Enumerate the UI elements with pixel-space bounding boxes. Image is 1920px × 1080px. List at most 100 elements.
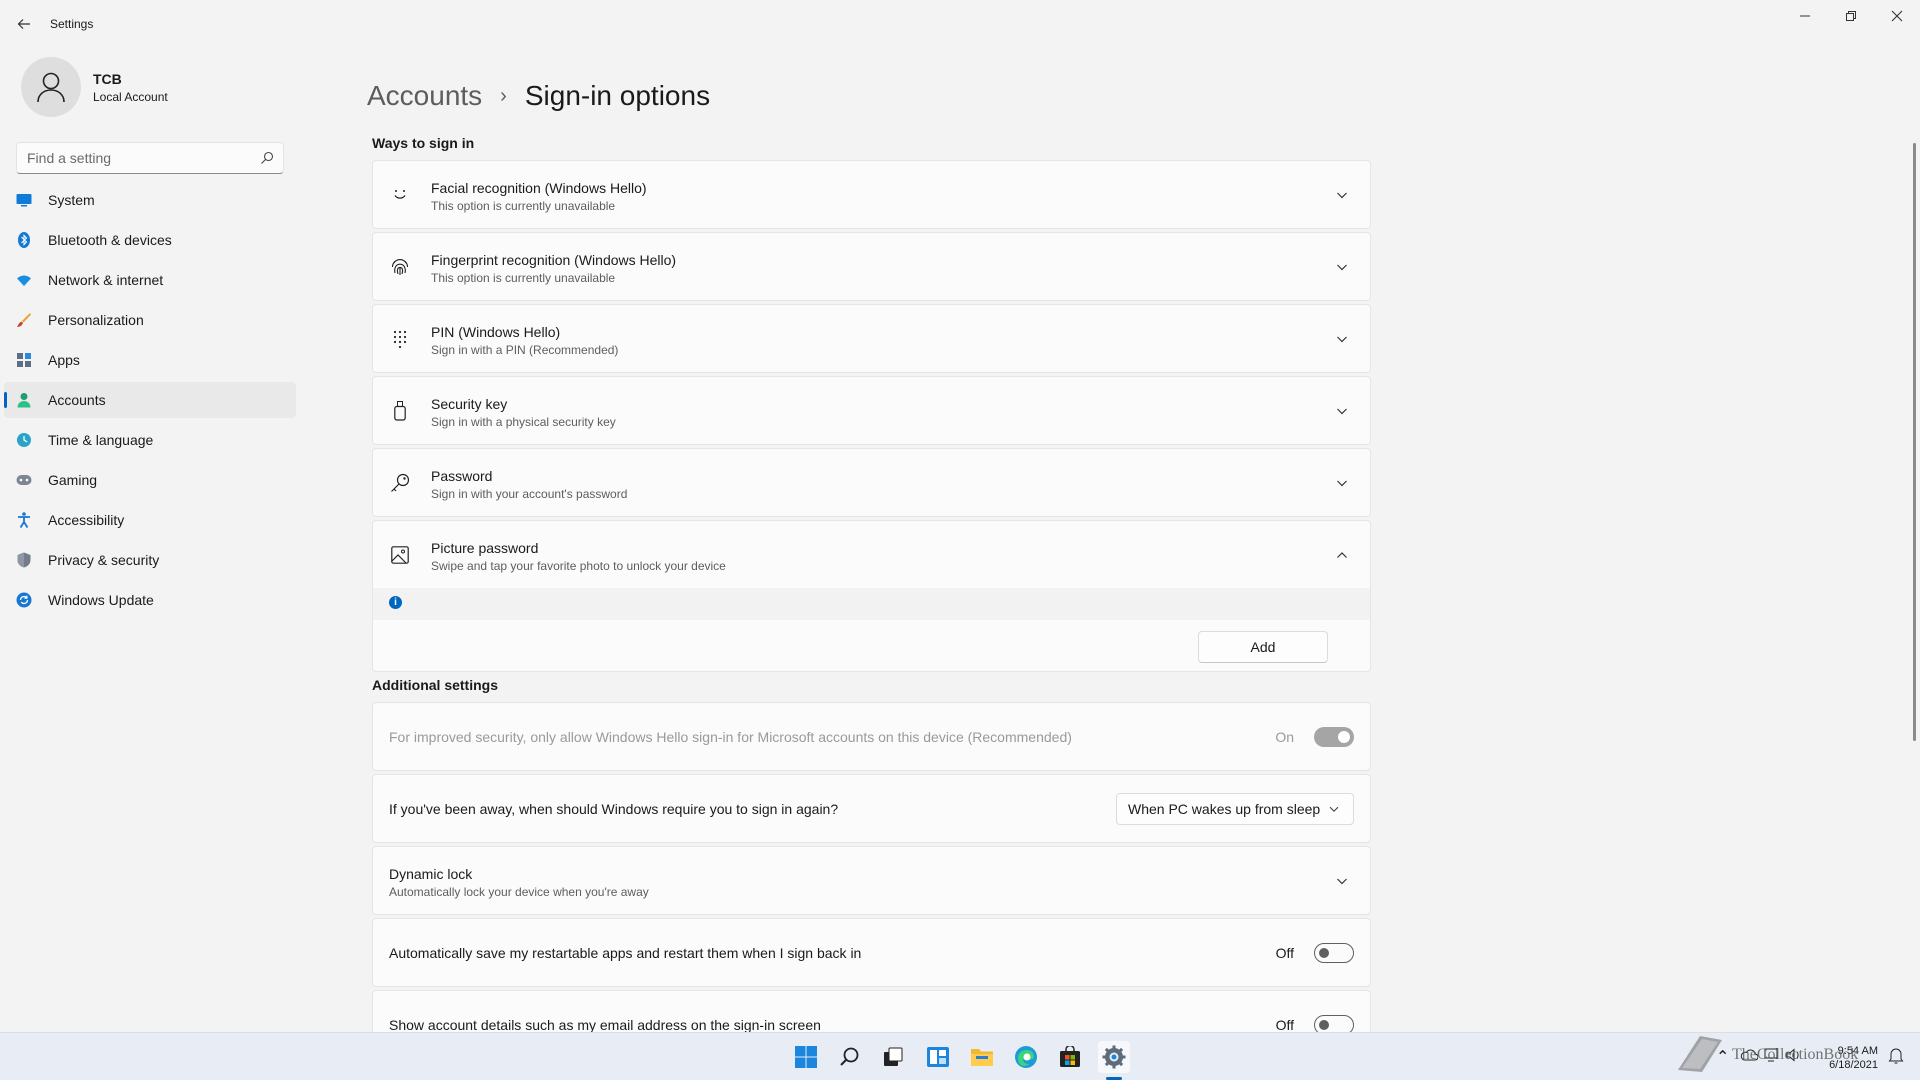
chevron-down-icon [1337, 192, 1347, 198]
gamepad-icon [16, 472, 32, 488]
vertical-scrollbar[interactable] [1913, 143, 1916, 741]
task-view-button[interactable] [877, 1041, 909, 1073]
profile-account-type: Local Account [93, 90, 168, 104]
row-title: Picture password [431, 540, 539, 556]
setting-label: If you've been away, when should Windows… [389, 800, 839, 817]
close-icon [1891, 10, 1903, 22]
back-button[interactable] [12, 12, 36, 36]
sidebar-nav: System Bluetooth & devices Network & int… [4, 182, 296, 622]
row-subtitle: This option is currently unavailable [431, 271, 616, 285]
start-button[interactable] [790, 1041, 822, 1073]
setting-label: Show account details such as my email ad… [389, 1016, 821, 1033]
row-title: Password [431, 468, 493, 484]
sidebar-item-label: Personalization [48, 312, 144, 328]
row-title: Fingerprint recognition (Windows Hello) [431, 252, 677, 268]
search-icon [261, 151, 274, 164]
breadcrumb-separator-icon: › [500, 84, 507, 107]
fingerprint-icon [389, 256, 411, 278]
setting-hello-only-sign-in: For improved security, only allow Window… [372, 702, 1371, 771]
key-icon [389, 472, 411, 494]
sidebar-item-time-language[interactable]: Time & language [4, 422, 296, 458]
row-subtitle: Sign in with your account's password [431, 487, 628, 501]
chevron-down-icon [1337, 408, 1347, 414]
taskbar-search-button[interactable] [834, 1041, 866, 1073]
signin-option-pin[interactable]: PIN (Windows Hello) Sign in with a PIN (… [372, 304, 1371, 373]
sidebar-item-privacy-security[interactable]: Privacy & security [4, 542, 296, 578]
restore-button[interactable] [1828, 0, 1874, 32]
file-explorer-button[interactable] [966, 1041, 998, 1073]
toggle-state-label: Off [1275, 1016, 1294, 1033]
taskbar: ⌃ 9:54 AM 6/18/2021 [0, 1032, 1920, 1080]
sidebar-item-label: Accounts [48, 392, 106, 408]
widgets-button[interactable] [922, 1041, 954, 1073]
require-sign-in-dropdown[interactable]: When PC wakes up from sleep [1116, 792, 1354, 825]
microsoft-store-button[interactable] [1054, 1041, 1086, 1073]
chevron-up-icon [1337, 551, 1347, 558]
person-icon [16, 392, 32, 408]
signin-option-password[interactable]: Password Sign in with your account's pas… [372, 448, 1371, 517]
signin-option-fingerprint[interactable]: Fingerprint recognition (Windows Hello) … [372, 232, 1371, 301]
breadcrumb-parent-link[interactable]: Accounts [367, 80, 482, 112]
avatar [21, 57, 81, 117]
keypad-icon [389, 328, 411, 350]
sidebar-item-personalization[interactable]: Personalization [4, 302, 296, 338]
setting-label: Automatically save my restartable apps a… [389, 944, 862, 961]
folder-icon [971, 1049, 993, 1066]
minimize-button[interactable] [1782, 0, 1828, 32]
sidebar-item-label: Bluetooth & devices [48, 232, 172, 248]
search-input[interactable] [17, 143, 247, 173]
sidebar-item-system[interactable]: System [4, 182, 296, 218]
row-subtitle: This option is currently unavailable [431, 199, 616, 213]
page-title: Sign-in options [524, 80, 711, 111]
sidebar-item-accessibility[interactable]: Accessibility [4, 502, 296, 538]
sidebar-item-label: Windows Update [48, 592, 154, 608]
dropdown-selected-value: When PC wakes up from sleep [1128, 800, 1321, 817]
sidebar-item-accounts[interactable]: Accounts [4, 382, 296, 418]
bluetooth-icon [16, 232, 32, 248]
toggle-knob [1338, 730, 1350, 743]
restart-apps-toggle[interactable] [1314, 942, 1354, 963]
widgets-icon [927, 1047, 949, 1067]
back-arrow-icon [17, 19, 30, 29]
toggle-knob [1319, 1019, 1329, 1030]
row-title: Dynamic lock [389, 866, 473, 882]
update-icon [16, 592, 32, 608]
minimize-icon [1800, 15, 1810, 17]
user-profile[interactable]: TCB Local Account [21, 57, 281, 119]
sidebar-item-apps[interactable]: Apps [4, 342, 296, 378]
search-box[interactable] [16, 142, 284, 174]
row-subtitle: Sign in with a PIN (Recommended) [431, 343, 619, 357]
picture-password-expanded-panel: Add [372, 620, 1371, 672]
sidebar-item-label: Time & language [48, 432, 154, 448]
settings-app-button[interactable] [1098, 1041, 1130, 1073]
person-avatar-icon [37, 72, 65, 103]
title-bar: Settings [0, 0, 1920, 48]
row-subtitle: Sign in with a physical security key [431, 415, 616, 429]
signin-option-security-key[interactable]: Security key Sign in with a physical sec… [372, 376, 1371, 445]
sidebar-item-label: Network & internet [48, 272, 164, 288]
setting-restart-apps: Automatically save my restartable apps a… [372, 918, 1371, 987]
gear-icon [1102, 1045, 1126, 1069]
sidebar-item-network[interactable]: Network & internet [4, 262, 296, 298]
info-icon: i [389, 596, 402, 609]
sidebar-item-bluetooth[interactable]: Bluetooth & devices [4, 222, 296, 258]
close-button[interactable] [1874, 0, 1920, 32]
row-subtitle: Automatically lock your device when you'… [389, 885, 649, 899]
profile-name: TCB [93, 71, 122, 87]
chevron-down-icon [1337, 336, 1347, 342]
notification-icon[interactable] [1888, 1047, 1904, 1065]
add-picture-password-button[interactable]: Add [1198, 631, 1328, 663]
chevron-down-icon [1337, 878, 1347, 884]
search-icon [840, 1047, 859, 1066]
sidebar-item-windows-update[interactable]: Windows Update [4, 582, 296, 618]
row-title: Facial recognition (Windows Hello) [431, 180, 647, 196]
setting-dynamic-lock[interactable]: Dynamic lock Automatically lock your dev… [372, 846, 1371, 915]
signin-option-facial-recognition[interactable]: Facial recognition (Windows Hello) This … [372, 160, 1371, 229]
sidebar-item-gaming[interactable]: Gaming [4, 462, 296, 498]
hello-only-toggle[interactable] [1314, 726, 1354, 747]
image-icon [389, 544, 411, 566]
edge-browser-button[interactable] [1010, 1041, 1042, 1073]
signin-option-picture-password[interactable]: Picture password Swipe and tap your favo… [372, 520, 1371, 589]
monitor-icon [16, 192, 32, 208]
accessibility-icon [16, 512, 32, 528]
